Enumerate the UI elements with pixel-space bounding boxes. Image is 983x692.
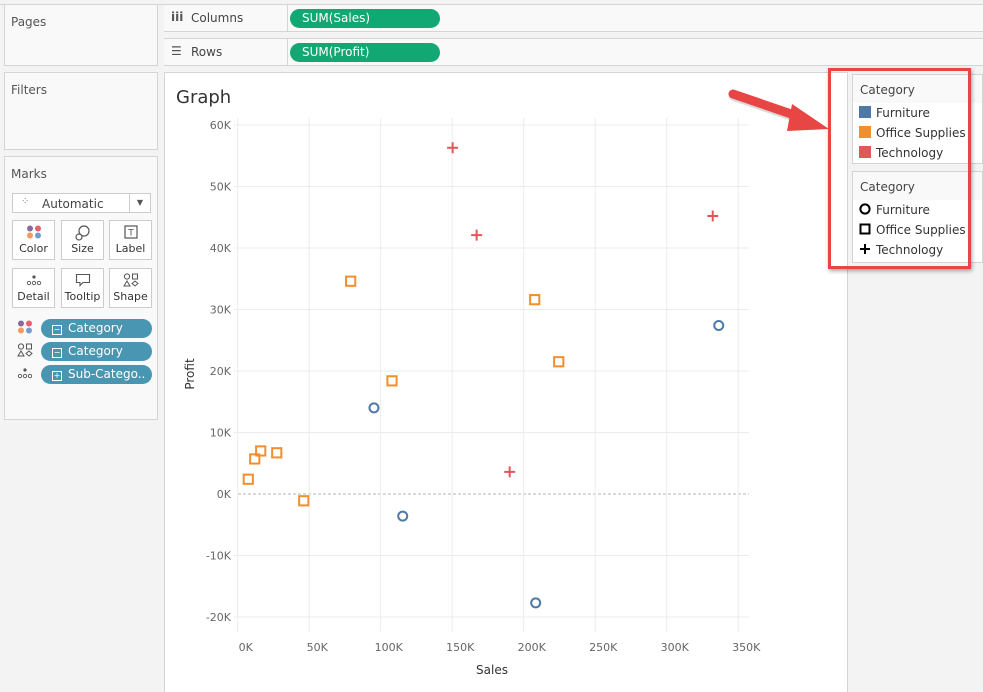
chart-title: Graph bbox=[176, 87, 232, 108]
rows-shelf[interactable]: ☰ Rows SUM(Profit) bbox=[164, 38, 983, 66]
shape-button[interactable]: Shape bbox=[109, 268, 152, 308]
detail-button[interactable]: Detail bbox=[12, 268, 55, 308]
rows-shelf-label: ☰ Rows bbox=[164, 39, 288, 65]
collapse-icon[interactable]: − bbox=[52, 325, 62, 335]
size-icon bbox=[62, 225, 103, 241]
sum-sales-pill[interactable]: SUM(Sales) bbox=[290, 9, 440, 28]
filters-label: Filters bbox=[11, 83, 47, 97]
columns-shelf[interactable]: iii Columns SUM(Sales) bbox=[164, 4, 983, 32]
pages-label: Pages bbox=[11, 15, 47, 29]
label-button[interactable]: T Label bbox=[109, 220, 152, 260]
shape-icon bbox=[110, 273, 151, 287]
category-color-pill[interactable]: − Category bbox=[41, 319, 152, 338]
label-button-label: Label bbox=[115, 242, 146, 255]
category-shape-pill-label: Category bbox=[68, 344, 123, 358]
marks-card: Marks ⁘ Automatic ▼ Color Size T Label D… bbox=[4, 156, 158, 420]
tooltip-button[interactable]: Tooltip bbox=[61, 268, 104, 308]
size-button[interactable]: Size bbox=[61, 220, 104, 260]
shape-icon bbox=[17, 343, 35, 360]
pages-shelf[interactable]: Pages bbox=[4, 4, 158, 66]
tooltip-button-label: Tooltip bbox=[64, 290, 101, 303]
color-button[interactable]: Color bbox=[12, 220, 55, 260]
viz-area: Graph bbox=[164, 72, 847, 692]
detail-button-label: Detail bbox=[17, 290, 50, 303]
category-shape-pill[interactable]: − Category bbox=[41, 342, 152, 361]
mark-type-dropdown[interactable]: ⁘ Automatic ▼ bbox=[12, 193, 151, 213]
detail-icon bbox=[17, 366, 35, 383]
color-icon bbox=[17, 320, 35, 337]
rows-label: Rows bbox=[191, 45, 223, 59]
columns-label: Columns bbox=[191, 11, 244, 25]
columns-shelf-label: iii Columns bbox=[164, 5, 288, 31]
subcategory-detail-pill-label: Sub-Catego.. bbox=[68, 367, 146, 381]
columns-icon: iii bbox=[171, 10, 184, 24]
mark-type-value: Automatic bbox=[42, 197, 104, 211]
color-button-label: Color bbox=[19, 242, 48, 255]
size-button-label: Size bbox=[71, 242, 94, 255]
sum-profit-pill[interactable]: SUM(Profit) bbox=[290, 43, 440, 62]
category-color-pill-label: Category bbox=[68, 321, 123, 335]
svg-text:T: T bbox=[127, 229, 134, 239]
filters-shelf[interactable]: Filters bbox=[4, 72, 158, 150]
chevron-down-icon[interactable]: ▼ bbox=[129, 194, 150, 212]
expand-icon[interactable]: + bbox=[52, 371, 62, 381]
label-icon: T bbox=[110, 225, 151, 239]
collapse-icon[interactable]: − bbox=[52, 348, 62, 358]
subcategory-detail-pill[interactable]: + Sub-Catego.. bbox=[41, 365, 152, 384]
tooltip-icon bbox=[62, 273, 103, 287]
shape-button-label: Shape bbox=[113, 290, 148, 303]
detail-icon bbox=[13, 273, 54, 287]
color-icon bbox=[13, 225, 54, 239]
automatic-mark-icon: ⁘ bbox=[21, 196, 30, 207]
rows-icon: ☰ bbox=[171, 44, 182, 58]
marks-label: Marks bbox=[11, 167, 47, 181]
legend-highlight-box bbox=[828, 68, 971, 269]
